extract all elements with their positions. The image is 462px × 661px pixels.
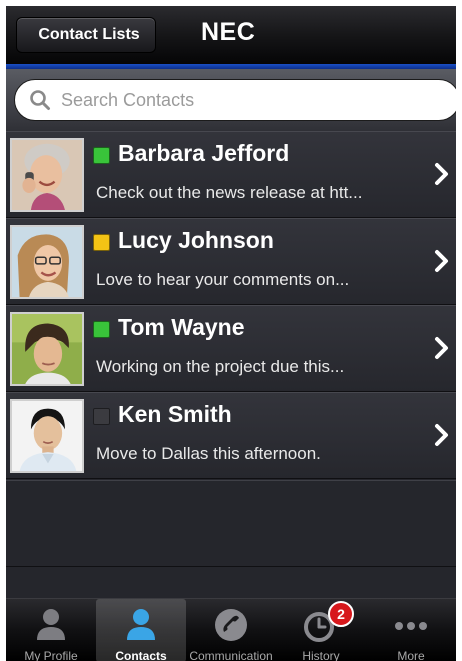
status-available-indicator bbox=[93, 321, 110, 338]
person-icon bbox=[127, 609, 155, 640]
contact-row-tom-wayne[interactable]: Tom Wayne Working on the project due thi… bbox=[6, 305, 456, 392]
empty-list-area bbox=[6, 480, 456, 598]
phone-icon bbox=[215, 609, 247, 641]
avatar bbox=[10, 138, 84, 212]
contact-name: Ken Smith bbox=[118, 401, 232, 427]
contact-lists-back-button[interactable]: Contact Lists bbox=[16, 17, 156, 53]
status-offline-indicator bbox=[93, 408, 110, 425]
page-title: NEC bbox=[201, 18, 256, 46]
tab-history[interactable]: 2 History bbox=[276, 599, 366, 661]
tab-label: More bbox=[397, 649, 425, 661]
woman-with-glasses-photo bbox=[12, 227, 82, 297]
contact-row-lucy-johnson[interactable]: Lucy Johnson Love to hear your comments … bbox=[6, 218, 456, 305]
tab-label: Contacts bbox=[115, 649, 167, 661]
contact-list: Barbara Jefford Check out the news relea… bbox=[6, 131, 456, 479]
contact-status-message: Working on the project due this... bbox=[96, 357, 345, 376]
phone-screen: Contact Lists NEC Search Contacts Barbar… bbox=[6, 6, 456, 661]
man-in-shirt-photo bbox=[12, 401, 82, 471]
tab-communication[interactable]: Communication bbox=[186, 599, 276, 661]
woman-on-phone-photo bbox=[12, 140, 82, 210]
contact-name: Lucy Johnson bbox=[118, 227, 274, 253]
contact-name: Tom Wayne bbox=[118, 314, 245, 340]
tab-more[interactable]: More bbox=[366, 599, 456, 661]
history-notification-badge: 2 bbox=[328, 601, 354, 627]
chevron-right-icon bbox=[435, 250, 448, 272]
contact-row-ken-smith[interactable]: Ken Smith Move to Dallas this afternoon. bbox=[6, 392, 456, 479]
back-button-label: Contact Lists bbox=[38, 26, 140, 43]
tab-contacts[interactable]: Contacts bbox=[96, 599, 186, 661]
contact-name: Barbara Jefford bbox=[118, 140, 290, 166]
avatar bbox=[10, 225, 84, 299]
status-available-indicator bbox=[93, 147, 110, 164]
person-icon bbox=[37, 609, 65, 640]
contact-status-message: Check out the news release at htt... bbox=[96, 183, 363, 202]
search-bar-area: Search Contacts bbox=[6, 69, 456, 131]
tab-my-profile[interactable]: My Profile bbox=[6, 599, 96, 661]
empty-row bbox=[6, 480, 456, 567]
tab-label: My Profile bbox=[24, 649, 78, 661]
tab-bar: My Profile Contacts Communication 2 Hist… bbox=[6, 598, 456, 661]
navigation-bar: Contact Lists NEC bbox=[6, 6, 456, 64]
contact-status-message: Love to hear your comments on... bbox=[96, 270, 350, 289]
chevron-right-icon bbox=[435, 337, 448, 359]
more-dots-icon bbox=[395, 622, 427, 630]
avatar bbox=[10, 399, 84, 473]
status-away-indicator bbox=[93, 234, 110, 251]
search-input[interactable]: Search Contacts bbox=[14, 79, 456, 121]
chevron-right-icon bbox=[435, 424, 448, 446]
search-placeholder: Search Contacts bbox=[61, 89, 195, 110]
chevron-right-icon bbox=[435, 163, 448, 185]
tab-label: History bbox=[302, 649, 340, 661]
avatar bbox=[10, 312, 84, 386]
contact-row-barbara-jefford[interactable]: Barbara Jefford Check out the news relea… bbox=[6, 131, 456, 218]
young-man-photo bbox=[12, 314, 82, 384]
tab-label: Communication bbox=[189, 649, 273, 661]
contact-status-message: Move to Dallas this afternoon. bbox=[96, 444, 321, 463]
search-icon bbox=[30, 90, 50, 110]
